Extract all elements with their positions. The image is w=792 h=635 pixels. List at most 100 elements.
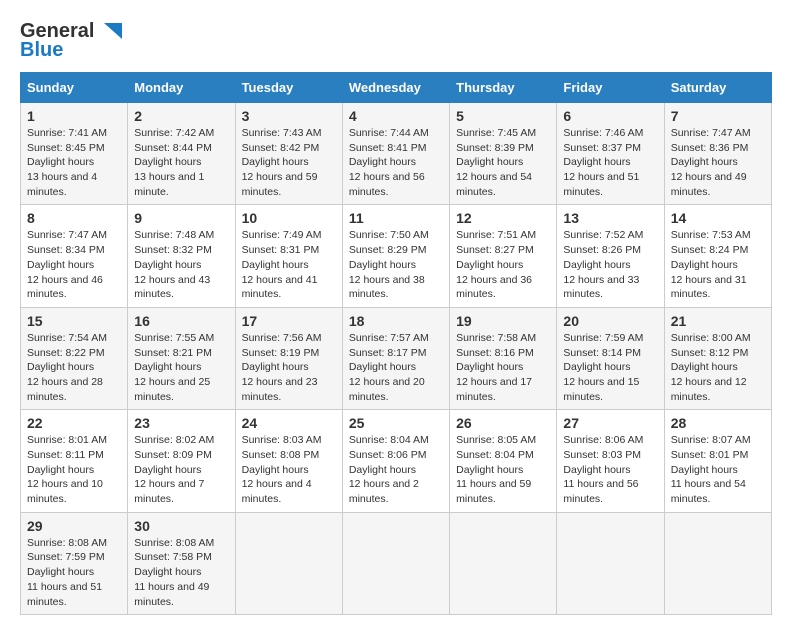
- calendar-cell: 1 Sunrise: 7:41 AMSunset: 8:45 PMDayligh…: [21, 103, 128, 205]
- day-info: Sunrise: 7:54 AMSunset: 8:22 PMDaylight …: [27, 332, 107, 403]
- day-number: 16: [134, 313, 228, 329]
- calendar-row-2: 8 Sunrise: 7:47 AMSunset: 8:34 PMDayligh…: [21, 205, 772, 307]
- day-number: 15: [27, 313, 121, 329]
- day-info: Sunrise: 8:08 AMSunset: 7:59 PMDaylight …: [27, 537, 107, 608]
- calendar-cell: [450, 512, 557, 614]
- day-info: Sunrise: 7:42 AMSunset: 8:44 PMDaylight …: [134, 127, 214, 198]
- calendar-cell: 11 Sunrise: 7:50 AMSunset: 8:29 PMDaylig…: [342, 205, 449, 307]
- day-number: 29: [27, 518, 121, 534]
- col-header-friday: Friday: [557, 73, 664, 103]
- day-info: Sunrise: 7:44 AMSunset: 8:41 PMDaylight …: [349, 127, 429, 198]
- day-number: 18: [349, 313, 443, 329]
- day-info: Sunrise: 7:47 AMSunset: 8:34 PMDaylight …: [27, 229, 107, 300]
- day-info: Sunrise: 7:59 AMSunset: 8:14 PMDaylight …: [563, 332, 643, 403]
- day-info: Sunrise: 8:08 AMSunset: 7:58 PMDaylight …: [134, 537, 214, 608]
- calendar-cell: 3 Sunrise: 7:43 AMSunset: 8:42 PMDayligh…: [235, 103, 342, 205]
- day-number: 21: [671, 313, 765, 329]
- day-number: 19: [456, 313, 550, 329]
- day-number: 5: [456, 108, 550, 124]
- col-header-wednesday: Wednesday: [342, 73, 449, 103]
- day-number: 2: [134, 108, 228, 124]
- day-number: 7: [671, 108, 765, 124]
- calendar-cell: 28 Sunrise: 8:07 AMSunset: 8:01 PMDaylig…: [664, 410, 771, 512]
- day-info: Sunrise: 8:06 AMSunset: 8:03 PMDaylight …: [563, 434, 643, 505]
- page-header: General Blue: [20, 20, 772, 62]
- day-info: Sunrise: 7:41 AMSunset: 8:45 PMDaylight …: [27, 127, 107, 198]
- day-number: 20: [563, 313, 657, 329]
- calendar-row-3: 15 Sunrise: 7:54 AMSunset: 8:22 PMDaylig…: [21, 307, 772, 409]
- calendar-cell: 12 Sunrise: 7:51 AMSunset: 8:27 PMDaylig…: [450, 205, 557, 307]
- col-header-sunday: Sunday: [21, 73, 128, 103]
- day-info: Sunrise: 7:50 AMSunset: 8:29 PMDaylight …: [349, 229, 429, 300]
- day-number: 30: [134, 518, 228, 534]
- day-info: Sunrise: 7:49 AMSunset: 8:31 PMDaylight …: [242, 229, 322, 300]
- calendar-cell: [664, 512, 771, 614]
- calendar-cell: [342, 512, 449, 614]
- calendar-cell: 13 Sunrise: 7:52 AMSunset: 8:26 PMDaylig…: [557, 205, 664, 307]
- calendar-cell: 16 Sunrise: 7:55 AMSunset: 8:21 PMDaylig…: [128, 307, 235, 409]
- day-number: 10: [242, 210, 336, 226]
- day-info: Sunrise: 7:55 AMSunset: 8:21 PMDaylight …: [134, 332, 214, 403]
- day-number: 11: [349, 210, 443, 226]
- day-info: Sunrise: 8:03 AMSunset: 8:08 PMDaylight …: [242, 434, 322, 505]
- calendar-cell: 5 Sunrise: 7:45 AMSunset: 8:39 PMDayligh…: [450, 103, 557, 205]
- day-info: Sunrise: 7:56 AMSunset: 8:19 PMDaylight …: [242, 332, 322, 403]
- day-number: 22: [27, 415, 121, 431]
- day-info: Sunrise: 7:52 AMSunset: 8:26 PMDaylight …: [563, 229, 643, 300]
- calendar-cell: 7 Sunrise: 7:47 AMSunset: 8:36 PMDayligh…: [664, 103, 771, 205]
- calendar-cell: 23 Sunrise: 8:02 AMSunset: 8:09 PMDaylig…: [128, 410, 235, 512]
- logo-container: General Blue: [20, 20, 124, 62]
- day-number: 27: [563, 415, 657, 431]
- calendar-cell: 2 Sunrise: 7:42 AMSunset: 8:44 PMDayligh…: [128, 103, 235, 205]
- day-number: 1: [27, 108, 121, 124]
- logo-blue: Blue: [20, 39, 63, 62]
- day-number: 12: [456, 210, 550, 226]
- calendar-cell: 9 Sunrise: 7:48 AMSunset: 8:32 PMDayligh…: [128, 205, 235, 307]
- calendar-cell: 8 Sunrise: 7:47 AMSunset: 8:34 PMDayligh…: [21, 205, 128, 307]
- calendar-cell: 19 Sunrise: 7:58 AMSunset: 8:16 PMDaylig…: [450, 307, 557, 409]
- day-info: Sunrise: 7:47 AMSunset: 8:36 PMDaylight …: [671, 127, 751, 198]
- day-number: 4: [349, 108, 443, 124]
- day-info: Sunrise: 7:53 AMSunset: 8:24 PMDaylight …: [671, 229, 751, 300]
- day-number: 17: [242, 313, 336, 329]
- calendar-cell: 26 Sunrise: 8:05 AMSunset: 8:04 PMDaylig…: [450, 410, 557, 512]
- day-info: Sunrise: 7:48 AMSunset: 8:32 PMDaylight …: [134, 229, 214, 300]
- day-number: 6: [563, 108, 657, 124]
- calendar-cell: 29 Sunrise: 8:08 AMSunset: 7:59 PMDaylig…: [21, 512, 128, 614]
- day-info: Sunrise: 7:57 AMSunset: 8:17 PMDaylight …: [349, 332, 429, 403]
- day-info: Sunrise: 8:00 AMSunset: 8:12 PMDaylight …: [671, 332, 751, 403]
- calendar-cell: 21 Sunrise: 8:00 AMSunset: 8:12 PMDaylig…: [664, 307, 771, 409]
- calendar-cell: 22 Sunrise: 8:01 AMSunset: 8:11 PMDaylig…: [21, 410, 128, 512]
- day-number: 28: [671, 415, 765, 431]
- day-number: 3: [242, 108, 336, 124]
- day-info: Sunrise: 8:05 AMSunset: 8:04 PMDaylight …: [456, 434, 536, 505]
- calendar-cell: 4 Sunrise: 7:44 AMSunset: 8:41 PMDayligh…: [342, 103, 449, 205]
- calendar-cell: 6 Sunrise: 7:46 AMSunset: 8:37 PMDayligh…: [557, 103, 664, 205]
- day-info: Sunrise: 7:45 AMSunset: 8:39 PMDaylight …: [456, 127, 536, 198]
- logo: General Blue: [20, 20, 124, 62]
- calendar-cell: 30 Sunrise: 8:08 AMSunset: 7:58 PMDaylig…: [128, 512, 235, 614]
- calendar-row-1: 1 Sunrise: 7:41 AMSunset: 8:45 PMDayligh…: [21, 103, 772, 205]
- calendar-cell: 27 Sunrise: 8:06 AMSunset: 8:03 PMDaylig…: [557, 410, 664, 512]
- day-number: 9: [134, 210, 228, 226]
- day-number: 26: [456, 415, 550, 431]
- calendar-cell: 15 Sunrise: 7:54 AMSunset: 8:22 PMDaylig…: [21, 307, 128, 409]
- calendar-cell: [235, 512, 342, 614]
- calendar-cell: 17 Sunrise: 7:56 AMSunset: 8:19 PMDaylig…: [235, 307, 342, 409]
- calendar-cell: 20 Sunrise: 7:59 AMSunset: 8:14 PMDaylig…: [557, 307, 664, 409]
- col-header-thursday: Thursday: [450, 73, 557, 103]
- day-number: 25: [349, 415, 443, 431]
- day-number: 23: [134, 415, 228, 431]
- calendar-cell: 25 Sunrise: 8:04 AMSunset: 8:06 PMDaylig…: [342, 410, 449, 512]
- day-info: Sunrise: 8:01 AMSunset: 8:11 PMDaylight …: [27, 434, 107, 505]
- day-info: Sunrise: 7:43 AMSunset: 8:42 PMDaylight …: [242, 127, 322, 198]
- col-header-monday: Monday: [128, 73, 235, 103]
- day-info: Sunrise: 8:02 AMSunset: 8:09 PMDaylight …: [134, 434, 214, 505]
- calendar-cell: 24 Sunrise: 8:03 AMSunset: 8:08 PMDaylig…: [235, 410, 342, 512]
- col-header-tuesday: Tuesday: [235, 73, 342, 103]
- day-info: Sunrise: 8:04 AMSunset: 8:06 PMDaylight …: [349, 434, 429, 505]
- day-info: Sunrise: 8:07 AMSunset: 8:01 PMDaylight …: [671, 434, 751, 505]
- calendar-row-4: 22 Sunrise: 8:01 AMSunset: 8:11 PMDaylig…: [21, 410, 772, 512]
- calendar-cell: 10 Sunrise: 7:49 AMSunset: 8:31 PMDaylig…: [235, 205, 342, 307]
- col-header-saturday: Saturday: [664, 73, 771, 103]
